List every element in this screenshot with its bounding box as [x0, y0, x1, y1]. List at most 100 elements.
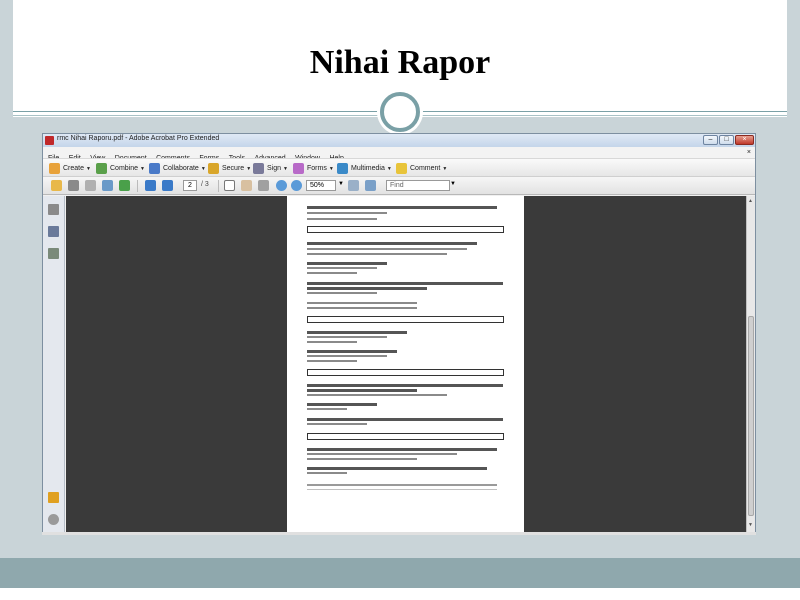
menu-bar: File Edit View Document Comments Forms T… — [43, 147, 755, 162]
forms-icon — [293, 163, 304, 174]
text-line — [307, 206, 497, 209]
section-header-box — [307, 433, 504, 440]
pages-icon[interactable] — [48, 204, 59, 215]
comment-icon — [396, 163, 407, 174]
text-line — [307, 242, 477, 245]
multimedia-label: Multimedia — [351, 165, 385, 172]
text-line — [307, 287, 427, 290]
toolbar-separator — [137, 180, 138, 192]
tasks-toolbar: Create ▼ Combine ▼ Collaborate ▼ Secure … — [43, 158, 755, 177]
cursor-icon[interactable] — [224, 180, 235, 191]
multimedia-button[interactable]: Multimedia ▼ — [337, 162, 392, 175]
text-line — [307, 307, 417, 309]
text-line — [307, 384, 503, 387]
text-line — [307, 248, 467, 250]
forms-label: Forms — [307, 165, 327, 172]
window-bottom-edge — [42, 532, 756, 535]
pen-icon — [253, 163, 264, 174]
collaborate-button[interactable]: Collaborate ▼ — [149, 162, 206, 175]
slide-footer-bar — [0, 558, 800, 588]
comments-icon[interactable] — [48, 492, 59, 503]
create-icon — [49, 163, 60, 174]
text-line — [307, 282, 503, 285]
text-line — [307, 253, 447, 255]
hand-icon[interactable] — [241, 180, 252, 191]
window-titlebar: rmc Nihai Raporu.pdf - Adobe Acrobat Pro… — [43, 134, 755, 147]
text-line — [307, 453, 457, 455]
lock-icon — [208, 163, 219, 174]
close-button[interactable]: × — [735, 135, 754, 145]
comment-button[interactable]: Comment ▼ — [396, 162, 447, 175]
document-close-button[interactable]: × — [747, 147, 751, 158]
page-number-input[interactable]: 2 — [183, 180, 197, 191]
section-header-box — [307, 316, 504, 323]
text-line — [307, 394, 447, 396]
save-icon[interactable] — [85, 180, 96, 191]
scroll-up-icon[interactable]: ▲ — [748, 198, 753, 204]
collaborate-icon — [149, 163, 160, 174]
slide-frame-right — [787, 0, 800, 600]
pdf-page — [287, 196, 524, 534]
scrollbar-thumb[interactable] — [748, 316, 754, 516]
text-line — [307, 389, 417, 392]
slide-frame-left — [0, 0, 13, 600]
maximize-button[interactable]: □ — [719, 135, 734, 145]
combine-button[interactable]: Combine ▼ — [96, 162, 145, 175]
forms-button[interactable]: Forms ▼ — [293, 162, 334, 175]
chevron-down-icon: ▼ — [328, 165, 334, 172]
secure-button[interactable]: Secure ▼ — [208, 162, 251, 175]
signatures-icon[interactable] — [48, 248, 59, 259]
chevron-down-icon: ▼ — [442, 165, 448, 172]
text-line — [307, 408, 347, 410]
page-total: / 3 — [201, 181, 209, 188]
chevron-down-icon: ▼ — [246, 165, 252, 172]
create-button[interactable]: Create ▼ — [49, 162, 91, 175]
text-line — [307, 360, 357, 362]
zoom-in-icon[interactable] — [291, 180, 302, 191]
folder-icon[interactable] — [51, 180, 62, 191]
text-line — [307, 418, 503, 421]
text-line — [307, 403, 377, 406]
text-line — [307, 267, 377, 269]
chevron-down-icon: ▼ — [200, 165, 206, 172]
email-icon[interactable] — [102, 180, 113, 191]
arrow-up-icon[interactable] — [145, 180, 156, 191]
text-line — [307, 218, 377, 220]
sign-label: Sign — [267, 165, 282, 172]
zoom-out-icon[interactable] — [276, 180, 287, 191]
printer-icon[interactable] — [68, 180, 79, 191]
acrobat-window: rmc Nihai Raporu.pdf - Adobe Acrobat Pro… — [42, 133, 756, 534]
arrow-down-icon[interactable] — [162, 180, 173, 191]
chevron-down-icon: ▼ — [86, 165, 91, 172]
fit-page-icon[interactable] — [348, 180, 359, 191]
fit-width-icon[interactable] — [365, 180, 376, 191]
collaborate-label: Collaborate — [163, 165, 199, 172]
zoom-input[interactable]: 50% — [306, 180, 336, 191]
text-line — [307, 302, 417, 304]
text-line — [307, 467, 487, 470]
sign-button[interactable]: Sign ▼ — [253, 162, 288, 175]
circle-ornament — [380, 92, 420, 132]
chevron-down-icon[interactable]: ▼ — [450, 181, 456, 187]
text-line — [307, 423, 367, 425]
minimize-button[interactable]: – — [703, 135, 718, 145]
chevron-down-icon: ▼ — [386, 165, 392, 172]
combine-label: Combine — [110, 165, 139, 172]
vertical-scrollbar[interactable]: ▲ ▼ — [746, 196, 755, 532]
bookmarks-icon[interactable] — [48, 226, 59, 237]
find-input[interactable]: Find — [386, 180, 450, 191]
scroll-down-icon[interactable]: ▼ — [748, 522, 753, 528]
text-line — [307, 331, 407, 334]
window-title: rmc Nihai Raporu.pdf - Adobe Acrobat Pro… — [57, 135, 220, 142]
paperclip-icon[interactable] — [48, 514, 59, 525]
chevron-down-icon[interactable]: ▼ — [338, 181, 344, 187]
acrobat-logo-icon — [45, 136, 54, 145]
navigation-toolbar: 2 / 3 50% ▼ Find ▼ — [43, 177, 755, 195]
review-icon[interactable] — [119, 180, 130, 191]
marquee-zoom-icon[interactable] — [258, 180, 269, 191]
toolbar-separator — [218, 180, 219, 192]
text-line — [307, 341, 357, 343]
chevron-down-icon: ▼ — [140, 165, 145, 172]
text-line — [307, 489, 497, 490]
text-line — [307, 484, 497, 486]
